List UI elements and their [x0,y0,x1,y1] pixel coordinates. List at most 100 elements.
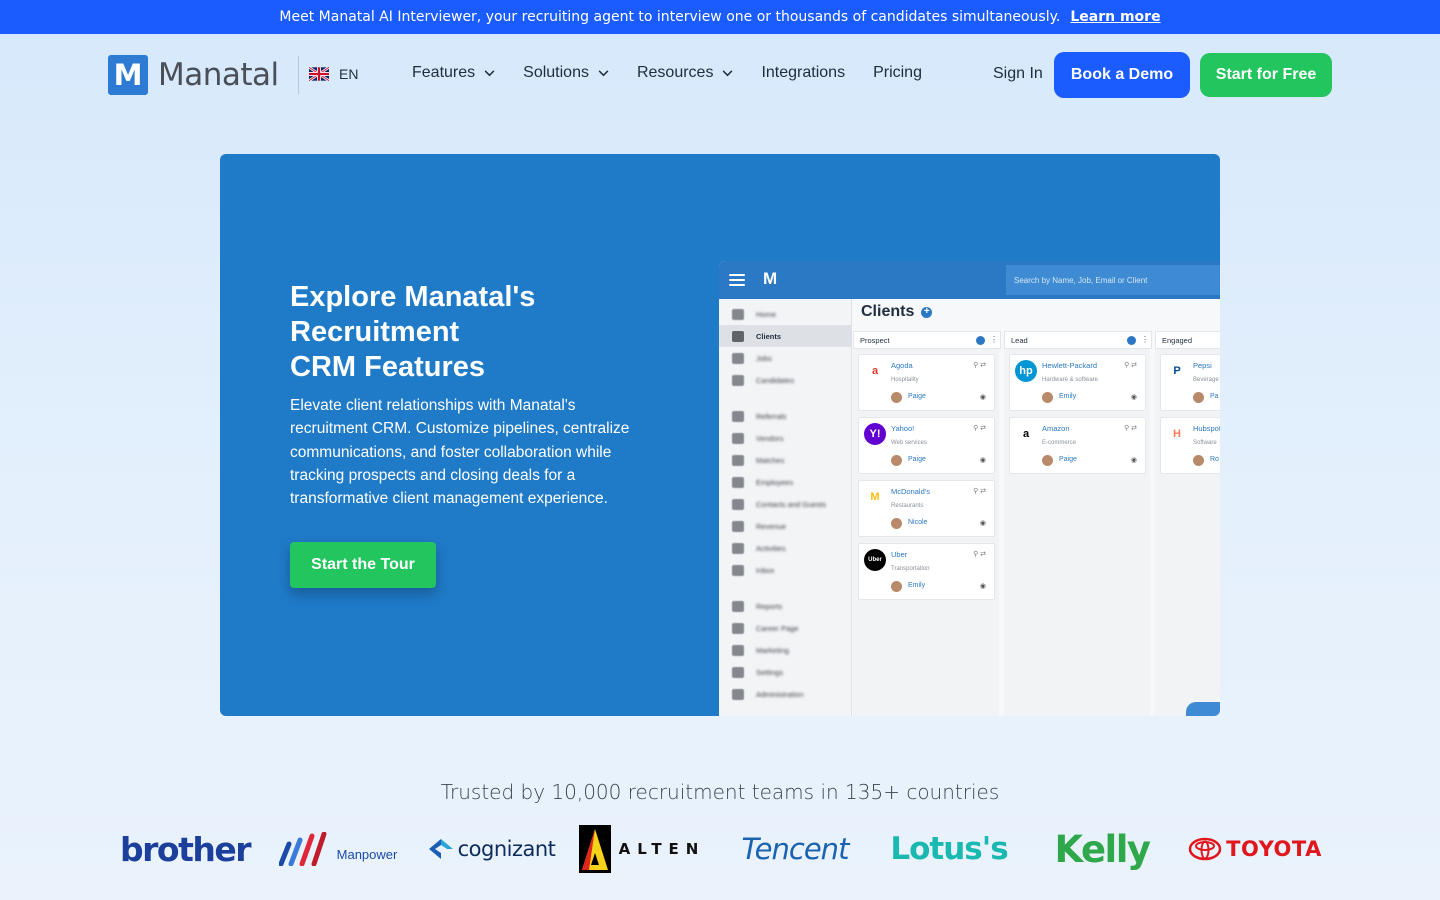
owner-avatar [1193,455,1204,466]
pipeline-stage-header: Lead ⋮ [1004,331,1152,349]
sidebar-item-icon [732,432,744,444]
page-title: Clients [861,303,915,320]
sidebar-item-matches: Matches [719,449,852,471]
nav-solutions[interactable]: Solutions [523,64,609,82]
announcement-message: Meet Manatal AI Interviewer, your recrui… [279,9,1061,25]
owner-avatar [1042,392,1053,403]
client-logo: Uber [864,549,886,571]
nav-pricing[interactable]: Pricing [873,64,922,82]
sign-in-link[interactable]: Sign In [993,65,1043,83]
start-free-button[interactable]: Start for Free [1200,53,1332,97]
hero-title-line: Recruitment [290,316,460,348]
nav-label: Pricing [873,64,922,81]
client-industry: E-commerce [1042,440,1077,446]
sidebar-item-label: Reports [756,601,783,611]
owner-avatar [1193,392,1204,403]
client-industry: Transportation [891,566,930,572]
owner-name: Paige [908,456,926,463]
learn-more-link[interactable]: Learn more [1070,9,1160,25]
nav-label: Resources [636,64,714,81]
owner-name: Emily [908,582,926,589]
logo-mark: M [108,55,148,95]
nav-integrations[interactable]: Integrations [761,64,845,82]
sidebar-item-icon [732,308,744,320]
site-header: M Manatal EN Features Solutions Resource… [0,34,1440,116]
trusted-by-text: Trusted by 10,000 recruitment teams in 1… [440,780,1000,804]
sidebar-item-career-page: Career Page [719,617,852,639]
lotuss-logo: Lotus's [890,831,1008,867]
hero-title-line: CRM Features [290,351,485,383]
sidebar-item-label: Jobs [756,353,772,363]
card-actions-icon: ⚲ ⇄ [1124,362,1137,369]
client-card: H Hubspot Software Ro [1160,417,1220,474]
sidebar-item-settings: Settings [719,661,852,683]
sidebar-item-label: Home [756,309,777,319]
hero-title-line: Explore Manatal's [290,281,536,313]
sidebar-item-icon [732,622,744,634]
client-card: hp Hewlett-Packard Hardware & software Emil… [1009,354,1146,411]
sidebar-item-label: Marketing [756,645,789,655]
add-client-icon: + [921,306,933,318]
sidebar-item-icon [732,498,744,510]
nav-resources[interactable]: Resources [637,64,733,82]
owner-avatar [891,581,902,592]
book-demo-button[interactable]: Book a Demo [1054,52,1190,98]
logo-wordmark: Manatal [158,57,279,93]
kelly-logo: Kelly [1054,827,1151,871]
sidebar-item-label: Clients [756,331,782,341]
clients-title: Clients + [861,303,933,321]
client-industry: Beverage [1193,377,1219,383]
client-card: Uber Uber Transportation Emily ⚲ ⇄ ◉ [858,543,995,600]
card-actions-icon: ⚲ ⇄ [973,362,986,369]
chevron-down-icon [484,69,495,76]
owner-avatar [1042,455,1053,466]
client-logo: H [1166,423,1188,445]
client-industry: Hardware & software [1042,377,1099,383]
sidebar-item-label: Referrals [756,411,787,421]
client-name: Hewlett-Packard [1042,361,1098,370]
sidebar-item-label: Inbox [756,565,775,575]
nav-features[interactable]: Features [412,64,495,82]
sidebar-item-icon [732,520,744,532]
sidebar-item-icon [732,374,744,386]
tencent-logo: Tencent [741,832,850,866]
owner-name: Paige [1059,456,1077,463]
chevron-down-icon [723,69,733,76]
manpower-logo: Manpower [274,824,402,874]
client-card: a Amazon E-commerce Paige ⚲ ⇄ ◉ [1009,417,1146,474]
client-name: Pepsi [1193,361,1212,370]
sidebar-item-icon [732,330,744,342]
customer-logos: brother Manpower cognizant ALTEN Tencent… [110,824,1332,874]
start-tour-button[interactable]: Start the Tour [290,542,436,588]
crm-app-screenshot: M Search by Name, Job, Email or Client H… [719,261,1220,716]
sidebar-item-referrals: Referrals [719,405,852,427]
cognizant-mark-icon [428,839,453,859]
sidebar-item-icon [732,454,744,466]
hamburger-menu-icon [729,274,745,286]
sidebar-item-home: Home [719,303,852,325]
client-industry: Restaurants [891,503,924,509]
main-nav: Features Solutions Resources Integration… [412,64,950,82]
stage-count-icon [976,336,985,345]
sidebar-item-candidates: Candidates [719,369,852,391]
client-industry: Software [1193,440,1217,446]
sidebar-item-icon [732,644,744,656]
language-label: EN [339,66,359,82]
owner-avatar [891,518,902,529]
manpower-mark-icon [278,832,327,866]
sidebar-item-icon [732,352,744,364]
sidebar-item-label: Employees [756,477,794,487]
language-selector[interactable]: EN [309,66,358,82]
sidebar-item-inbox: Inbox [719,559,852,581]
announcement-bar: Meet Manatal AI Interviewer, your recrui… [0,0,1440,34]
card-actions-icon: ⚲ ⇄ [973,488,986,495]
sidebar-item-label: Matches [756,455,785,465]
sidebar-item-vendors: Vendors [719,427,852,449]
eye-icon: ◉ [979,394,986,401]
pipeline-stage-header: Engaged [1155,331,1220,349]
app-brand: M [763,269,778,288]
manatal-logo[interactable]: M Manatal [108,55,279,95]
client-card: a Agoda Hospitality Paige ⚲ ⇄ ◉ [858,354,995,411]
sidebar-item-label: Candidates [756,375,794,385]
sidebar-item-contacts-and-guests: Contacts and Guests [719,493,852,515]
